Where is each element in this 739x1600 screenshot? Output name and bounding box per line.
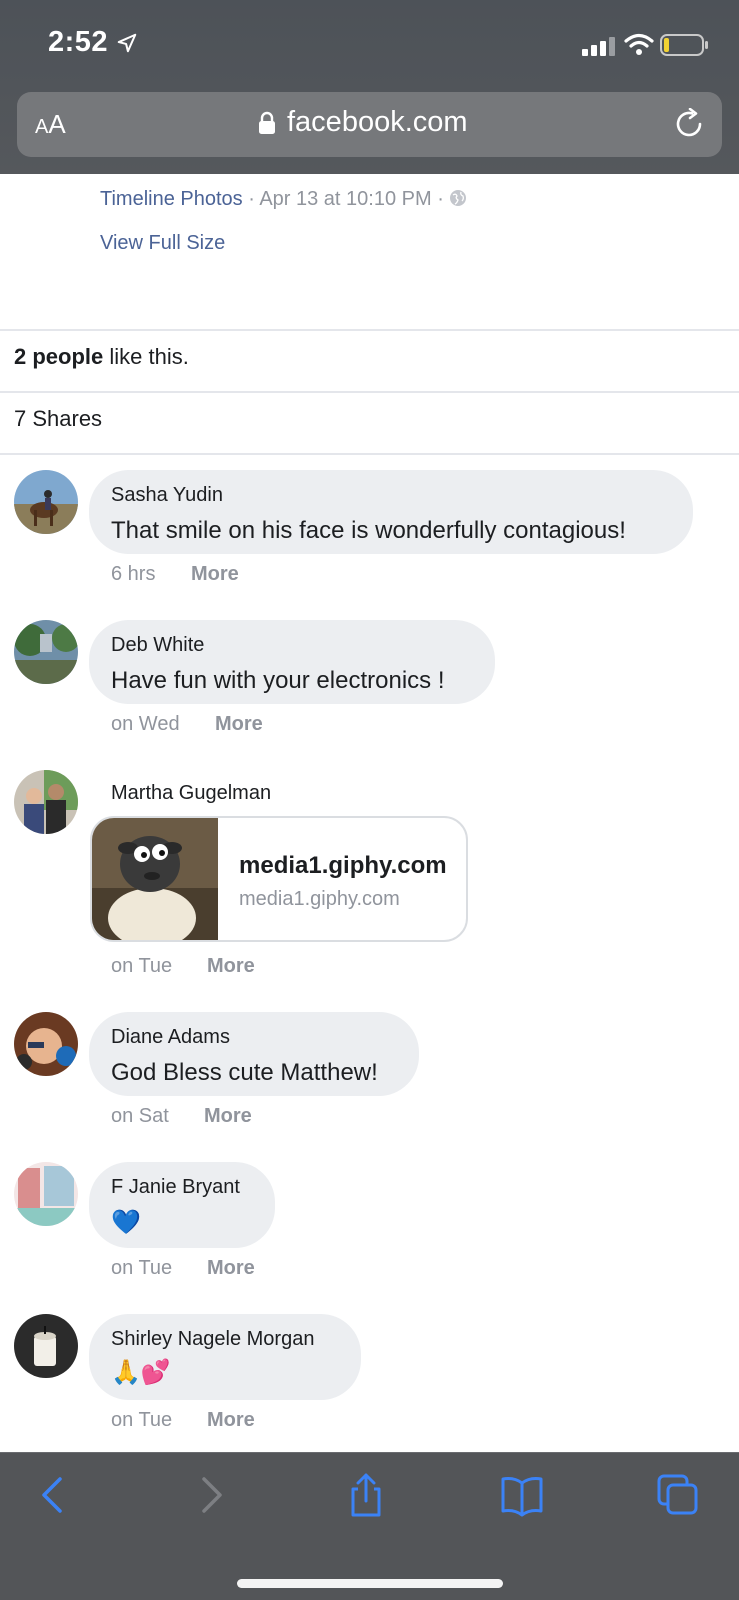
bookmarks-icon[interactable] (500, 1473, 544, 1517)
avatar[interactable] (14, 1162, 78, 1226)
address-bar[interactable]: AA facebook.com (17, 92, 722, 157)
likes-summary[interactable]: 2 people like this. (14, 344, 189, 370)
view-full-size-link[interactable]: View Full Size (100, 232, 225, 255)
forward-icon[interactable] (188, 1473, 232, 1517)
post-content: Timeline Photos · Apr 13 at 10:10 PM · V… (0, 174, 739, 1452)
globe-icon (450, 190, 467, 206)
gif-thumbnail (92, 818, 218, 940)
link-title[interactable]: media1.giphy.com (239, 852, 447, 880)
comment-more-button[interactable]: More (204, 1105, 252, 1128)
album-link[interactable]: Timeline Photos (100, 188, 243, 210)
avatar[interactable] (14, 1314, 78, 1378)
link-preview-card[interactable]: media1.giphy.com media1.giphy.com (90, 816, 468, 942)
link-domain: media1.giphy.com (239, 888, 400, 910)
divider (0, 453, 739, 455)
comment-time[interactable]: on Sat (111, 1105, 169, 1128)
comment-author[interactable]: Diane Adams (111, 1026, 230, 1049)
reload-icon[interactable] (673, 108, 705, 140)
comment-time[interactable]: on Tue (111, 1409, 172, 1432)
post-meta: Timeline Photos · Apr 13 at 10:10 PM · (100, 188, 467, 211)
comment-author[interactable]: Martha Gugelman (111, 782, 271, 805)
comment-time[interactable]: on Tue (111, 1257, 172, 1280)
divider (0, 329, 739, 331)
comment-text: That smile on his face is wonderfully co… (111, 517, 626, 544)
comment-more-button[interactable]: More (207, 1409, 255, 1432)
avatar[interactable] (14, 470, 78, 534)
avatar[interactable] (14, 1012, 78, 1076)
comment-more-button[interactable]: More (191, 563, 239, 586)
post-date[interactable]: Apr 13 at 10:10 PM (259, 188, 431, 210)
comment-time[interactable]: on Tue (111, 955, 172, 978)
shares-count[interactable]: 7 Shares (14, 406, 102, 432)
comment-text: God Bless cute Matthew! (111, 1059, 378, 1086)
comment-more-button[interactable]: More (215, 713, 263, 736)
location-arrow-icon (117, 33, 137, 53)
comment-author[interactable]: F Janie Bryant (111, 1176, 240, 1199)
browser-top-bar: 2:52 AA facebook.com (0, 0, 739, 174)
avatar[interactable] (14, 620, 78, 684)
comment-time[interactable]: 6 hrs (111, 563, 155, 586)
comment-author[interactable]: Sasha Yudin (111, 484, 223, 507)
comment-more-button[interactable]: More (207, 955, 255, 978)
text-size-button[interactable]: AA (35, 109, 66, 140)
avatar[interactable] (14, 770, 78, 834)
lock-icon (259, 111, 275, 134)
comment-more-button[interactable]: More (207, 1257, 255, 1280)
comment-author[interactable]: Deb White (111, 634, 204, 657)
status-time: 2:52 (48, 26, 109, 58)
comment-time[interactable]: on Wed (111, 713, 180, 736)
divider (0, 391, 739, 393)
battery-icon (660, 34, 708, 56)
share-icon[interactable] (344, 1473, 388, 1517)
back-icon[interactable] (32, 1473, 76, 1517)
home-indicator (237, 1579, 503, 1588)
tabs-icon[interactable] (656, 1473, 700, 1517)
url-text[interactable]: facebook.com (287, 106, 468, 139)
comment-text: 🙏💕 (111, 1359, 171, 1386)
wifi-icon (624, 33, 654, 55)
cellular-signal-icon (582, 37, 615, 56)
comment-text: 💙 (111, 1209, 141, 1236)
comment-text: Have fun with your electronics ! (111, 667, 445, 694)
comment-bubble (89, 1314, 361, 1400)
comment-author[interactable]: Shirley Nagele Morgan (111, 1328, 314, 1351)
browser-bottom-toolbar (0, 1452, 739, 1600)
